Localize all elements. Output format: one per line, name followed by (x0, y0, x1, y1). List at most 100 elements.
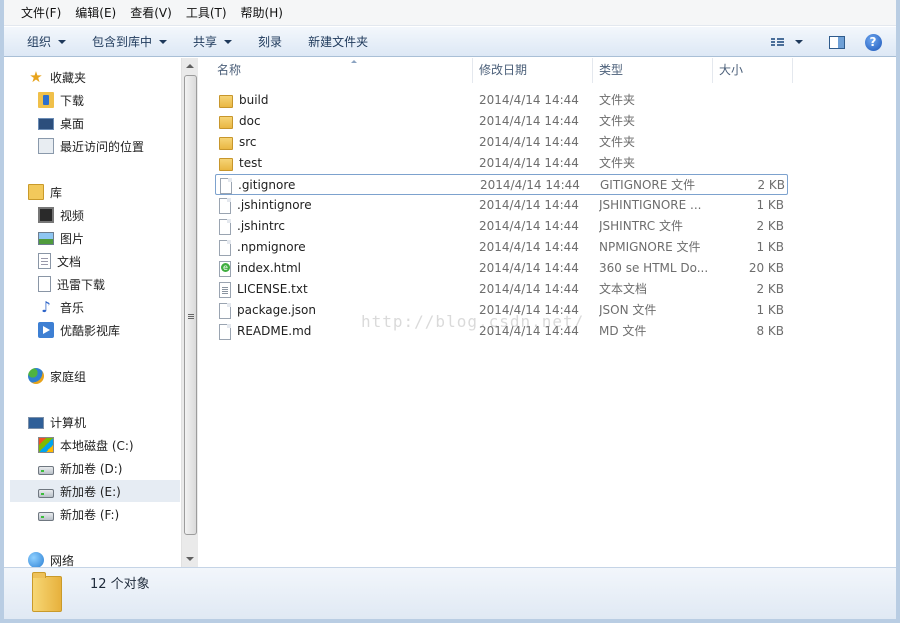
nav-drive-e[interactable]: 新加卷 (E:) (10, 480, 180, 502)
homegroup-icon (28, 368, 44, 384)
file-name-cell: .npmignore (219, 237, 469, 258)
nav-label: 计算机 (50, 415, 87, 430)
file-row[interactable]: .jshintrc 2014/4/14 14:44 JSHINTRC 文件 2 KB (215, 216, 788, 237)
recent-places-icon (38, 138, 54, 154)
file-size-cell (715, 90, 784, 111)
file-date-cell: 2014/4/14 14:44 (479, 156, 579, 170)
file-name: index.html (237, 261, 301, 275)
column-header-size[interactable]: 大小 (713, 58, 793, 83)
file-date-cell: 2014/4/14 14:44 (479, 135, 579, 149)
scrollbar-thumb[interactable] (184, 75, 197, 535)
nav-pictures[interactable]: 图片 (38, 227, 84, 249)
nav-label: 收藏夹 (50, 70, 87, 85)
menu-help[interactable]: 帮助(H) (234, 0, 290, 26)
nav-libraries[interactable]: 库 (28, 181, 62, 203)
nav-label: 优酷影视库 (60, 323, 121, 338)
navigation-scrollbar[interactable] (181, 58, 198, 567)
share-button[interactable]: 共享 (184, 30, 241, 54)
details-pane: 12 个对象 (4, 567, 896, 619)
menu-bar: 文件(F) 编辑(E) 查看(V) 工具(T) 帮助(H) (4, 0, 896, 26)
file-row[interactable]: .npmignore 2014/4/14 14:44 NPMIGNORE 文件 1 K… (215, 237, 788, 258)
nav-computer[interactable]: 计算机 (28, 411, 86, 433)
scroll-down-arrow-icon[interactable] (186, 557, 194, 561)
nav-drive-f[interactable]: 新加卷 (F:) (38, 503, 119, 525)
file-row[interactable]: test 2014/4/14 14:44 文件夹 (215, 153, 788, 174)
column-header-date[interactable]: 修改日期 (473, 58, 593, 83)
menu-view[interactable]: 查看(V) (123, 0, 179, 26)
nav-label: 库 (50, 185, 63, 200)
new-folder-label: 新建文件夹 (308, 35, 369, 49)
file-type-cell: 文件夹 (599, 114, 636, 128)
drive-icon (38, 465, 54, 475)
nav-label: 新加卷 (E:) (60, 484, 121, 499)
nav-downloads[interactable]: 下载 (38, 89, 84, 111)
file-row[interactable]: src 2014/4/14 14:44 文件夹 (215, 132, 788, 153)
nav-desktop[interactable]: 桌面 (38, 112, 84, 134)
view-options-dropdown[interactable] (792, 30, 806, 54)
file-name: doc (239, 114, 261, 128)
menu-file[interactable]: 文件(F) (14, 0, 68, 26)
burn-label: 刻录 (258, 35, 283, 49)
thunder-download-icon (38, 276, 51, 292)
menu-edit[interactable]: 编辑(E) (68, 0, 123, 26)
file-name-cell: src (219, 132, 469, 153)
file-date-cell: 2014/4/14 14:44 (479, 93, 579, 107)
file-type-cell: JSHINTRC 文件 (599, 219, 683, 233)
music-note-icon: ♪ (41, 298, 51, 316)
folder-icon (219, 115, 233, 129)
help-button[interactable]: ? (858, 30, 888, 54)
file-icon (219, 218, 231, 235)
file-name: README.md (237, 324, 312, 338)
file-row[interactable]: index.html 2014/4/14 14:44 360 se HTML Do.… (215, 258, 788, 279)
folder-icon (219, 157, 233, 171)
organize-button[interactable]: 组织 (18, 30, 75, 54)
nav-drive-c[interactable]: 本地磁盘 (C:) (38, 434, 134, 456)
file-row[interactable]: build 2014/4/14 14:44 文件夹 (215, 90, 788, 111)
desktop-icon (38, 118, 54, 130)
file-date-cell: 2014/4/14 14:44 (479, 240, 579, 254)
burn-button[interactable]: 刻录 (249, 30, 291, 54)
file-row[interactable]: LICENSE.txt 2014/4/14 14:44 文本文档 2 KB (215, 279, 788, 300)
new-folder-button[interactable]: 新建文件夹 (299, 30, 377, 54)
file-name-cell: .jshintrc (219, 216, 469, 237)
change-view-button[interactable] (762, 30, 792, 54)
file-name-cell: index.html (219, 258, 469, 279)
file-name: LICENSE.txt (237, 282, 308, 296)
file-icon (219, 239, 231, 256)
nav-thunder-downloads[interactable]: 迅雷下载 (38, 273, 105, 295)
nav-homegroup[interactable]: 家庭组 (28, 365, 86, 387)
file-name: .jshintignore (237, 198, 312, 212)
nav-videos[interactable]: 视频 (38, 204, 84, 226)
file-type-cell: JSHINTIGNORE ... (599, 198, 702, 212)
folder-icon (32, 572, 62, 612)
column-header-name[interactable]: 名称 (211, 58, 473, 83)
preview-pane-button[interactable] (822, 30, 852, 54)
file-row[interactable]: .jshintignore 2014/4/14 14:44 JSHINTIGNORE… (215, 195, 788, 216)
nav-label: 下载 (60, 93, 85, 108)
picture-icon (38, 231, 54, 245)
nav-youku[interactable]: 优酷影视库 (38, 319, 120, 341)
downloads-folder-icon (38, 92, 54, 108)
file-row[interactable]: .gitignore 2014/4/14 14:44 GITIGNORE 文件 2 K… (215, 174, 788, 195)
file-name-cell: doc (219, 111, 469, 132)
include-in-library-button[interactable]: 包含到库中 (83, 30, 176, 54)
drive-icon (38, 488, 54, 498)
nav-label: 音乐 (60, 300, 85, 315)
nav-label: 家庭组 (50, 369, 87, 384)
nav-music[interactable]: ♪ 音乐 (38, 296, 84, 318)
column-header-type[interactable]: 类型 (593, 58, 713, 83)
document-icon (38, 253, 51, 269)
nav-recent-places[interactable]: 最近访问的位置 (38, 135, 144, 157)
text-file-icon (219, 281, 231, 298)
file-type-cell: 文件夹 (599, 93, 636, 107)
nav-network[interactable]: 网络 (28, 549, 74, 567)
file-row[interactable]: doc 2014/4/14 14:44 文件夹 (215, 111, 788, 132)
file-date-cell: 2014/4/14 14:44 (479, 282, 579, 296)
file-date-cell: 2014/4/14 14:44 (479, 114, 579, 128)
nav-favorites[interactable]: ★ 收藏夹 (28, 66, 86, 88)
nav-drive-d[interactable]: 新加卷 (D:) (38, 457, 122, 479)
nav-documents[interactable]: 文档 (38, 250, 81, 272)
menu-tools[interactable]: 工具(T) (179, 0, 234, 26)
scroll-up-arrow-icon[interactable] (186, 64, 194, 68)
video-icon (38, 207, 54, 223)
